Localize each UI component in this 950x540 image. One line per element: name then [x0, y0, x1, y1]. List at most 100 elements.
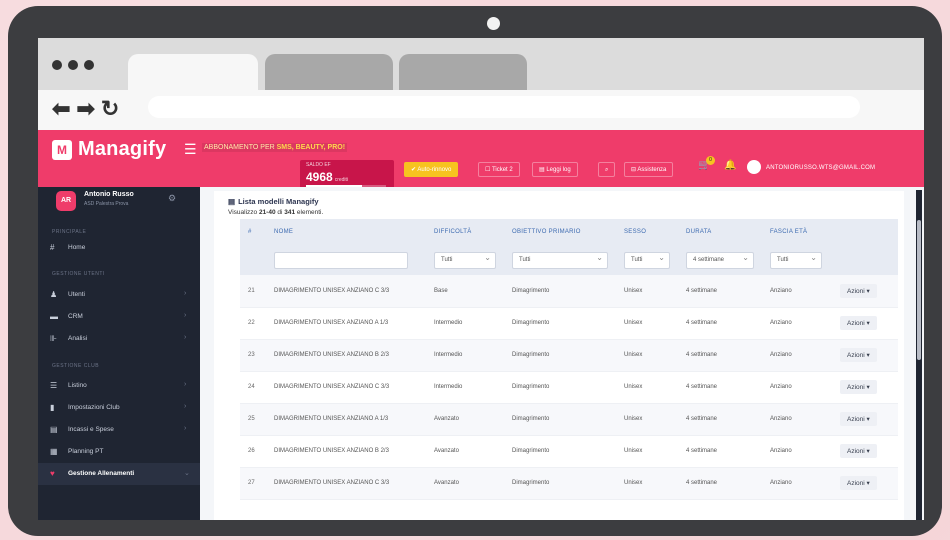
cell-fascia: Anziano — [762, 403, 832, 436]
user-avatar[interactable] — [747, 160, 761, 174]
cell-fascia: Anziano — [762, 371, 832, 404]
filter-cell-difficolta: Tutti — [426, 245, 504, 275]
sidebar-item-analisi[interactable]: ⊪ Analisi › — [38, 328, 200, 350]
sidebar-item-impostazioni-club[interactable]: ▮ Impostazioni Club › — [38, 397, 200, 419]
filter-cell-empty — [832, 245, 898, 275]
summary-suffix: elementi. — [295, 209, 324, 216]
filter-durata-select[interactable]: 4 settimane — [686, 250, 754, 269]
card-title-text: Lista modelli Managify — [238, 197, 319, 206]
actions-dropdown-button[interactable]: Azioni ▾ — [840, 444, 877, 458]
cell-fascia: Anziano — [762, 307, 832, 340]
cart-badge: 0 — [706, 156, 715, 165]
table-row[interactable]: 25 DIMAGRIMENTO UNISEX ANZIANO A 1/3 Avanz… — [240, 403, 898, 436]
actions-dropdown-button[interactable]: Azioni ▾ — [840, 348, 877, 362]
screen: ⬅ ➡ ↻ M Managify ☰ ABBONAMENTO PER SMS, … — [38, 38, 924, 520]
address-bar[interactable] — [148, 96, 860, 118]
browser-tab[interactable] — [265, 54, 393, 90]
sidebar-profile[interactable]: AR Antonio Russo ASD Palestra Prova ⚙ — [52, 187, 186, 221]
cell-durata: 4 settimane — [678, 339, 762, 372]
sidebar-item-planning-pt[interactable]: ▦ Planning PT — [38, 441, 200, 463]
promo-highlight: SMS, BEAUTY, PRO! — [276, 144, 346, 151]
browser-toolbar: ⬅ ➡ ↻ — [38, 90, 924, 130]
cell-sesso: Unisex — [616, 339, 678, 372]
window-controls[interactable] — [52, 60, 94, 70]
cell-difficolta: Intermedio — [426, 307, 504, 340]
sidebar-item-gestione-allenamenti[interactable]: ♥ Gestione Allenamenti ⌄ — [38, 463, 200, 485]
sidebar-item-label: Impostazioni Club — [68, 404, 120, 411]
column-header-difficolta[interactable]: DIFFICOLTÀ — [426, 219, 504, 245]
sidebar-item-label: Planning PT — [68, 448, 104, 455]
sidebar-item-utenti[interactable]: ♟ Utenti › — [38, 284, 200, 306]
credit-balance-widget[interactable]: SALDO EF 4968 crediti — [300, 160, 394, 190]
profile-subtitle: ASD Palestra Prova — [84, 201, 129, 207]
heart-icon: ♥ — [50, 469, 55, 478]
column-header-nome[interactable]: NOME — [266, 219, 426, 245]
filter-nome-input[interactable] — [274, 251, 408, 269]
actions-dropdown-button[interactable]: Azioni ▾ — [840, 380, 877, 394]
actions-dropdown-button[interactable]: Azioni ▾ — [840, 412, 877, 426]
table-row[interactable]: 26 DIMAGRIMENTO UNISEX ANZIANO B 2/3 Avanz… — [240, 435, 898, 468]
scrollbar-thumb[interactable] — [917, 220, 921, 360]
settings-gear-icon[interactable]: ⚙ — [168, 193, 176, 204]
table-row[interactable]: 24 DIMAGRIMENTO UNISEX ANZIANO C 3/3 Inter… — [240, 371, 898, 404]
main-content: ▤ Lista modelli Managify Visualizzo 21-40… — [200, 187, 910, 520]
filter-difficolta-select[interactable]: Tutti — [434, 250, 496, 269]
chevron-right-icon: › — [184, 425, 187, 432]
forward-arrow-icon[interactable]: ➡ — [76, 96, 94, 122]
minimize-dot-icon[interactable] — [68, 60, 78, 70]
chevron-right-icon: › — [184, 403, 187, 410]
maximize-dot-icon[interactable] — [84, 60, 94, 70]
sidebar-item-label: Analisi — [68, 335, 88, 342]
search-button[interactable]: ⌕ — [598, 162, 616, 177]
filter-fascia-select[interactable]: Tutti — [770, 250, 822, 269]
column-header-durata[interactable]: DURATA — [678, 219, 762, 245]
cell-actions: Azioni ▾ — [832, 403, 898, 436]
page-scrollbar[interactable] — [916, 190, 922, 520]
user-email[interactable]: ANTONIORUSSO.WTS@GMAIL.COM — [766, 165, 875, 171]
camera-dot — [487, 17, 500, 30]
list-icon: ▤ — [228, 197, 236, 206]
filter-cell-fascia: Tutti — [762, 245, 832, 275]
browser-tab-active[interactable] — [128, 54, 258, 90]
column-header-sesso[interactable]: SESSO — [616, 219, 678, 245]
cell-fascia: Anziano — [762, 275, 832, 308]
column-header-number[interactable]: # — [240, 219, 266, 245]
app-logo[interactable]: M Managify — [52, 138, 166, 161]
actions-dropdown-button[interactable]: Azioni ▾ — [840, 316, 877, 330]
cell-number: 25 — [240, 403, 266, 436]
chevron-right-icon: › — [184, 334, 187, 341]
bell-icon[interactable]: 🔔 — [724, 160, 736, 171]
auto-renew-button[interactable]: ✔ Auto-rinnovo — [404, 162, 459, 177]
cell-nome: DIMAGRIMENTO UNISEX ANZIANO A 1/3 — [266, 307, 426, 340]
close-dot-icon[interactable] — [52, 60, 62, 70]
sidebar-heading: GESTIONE CLUB — [52, 363, 100, 369]
back-arrow-icon[interactable]: ⬅ — [52, 96, 70, 122]
table-row[interactable]: 21 DIMAGRIMENTO UNISEX ANZIANO C 3/3 Base D… — [240, 275, 898, 308]
filter-sesso-select[interactable]: Tutti — [624, 250, 670, 269]
browser-tab[interactable] — [399, 54, 527, 90]
sidebar-item-incassi-spese[interactable]: ▤ Incassi e Spese › — [38, 419, 200, 441]
credit-value: 4968 — [306, 170, 333, 184]
sidebar-item-crm[interactable]: ▬ CRM › — [38, 306, 200, 328]
sidebar: AR Antonio Russo ASD Palestra Prova ⚙ PR… — [38, 187, 200, 520]
ticket-button[interactable]: ☐ Ticket 2 — [478, 162, 520, 177]
hamburger-menu-icon[interactable]: ☰ — [184, 141, 197, 158]
filter-cell-obiettivo: Tutti — [504, 245, 616, 275]
column-header-fascia[interactable]: FASCIA ETÀ — [762, 219, 832, 245]
column-header-obiettivo[interactable]: OBIETTIVO PRIMARIO — [504, 219, 616, 245]
table-row[interactable]: 27 DIMAGRIMENTO UNISEX ANZIANO C 3/3 Avanz… — [240, 467, 898, 500]
filter-cell-sesso: Tutti — [616, 245, 678, 275]
assistance-button[interactable]: ⊟ Assistenza — [624, 162, 674, 177]
table-row[interactable]: 23 DIMAGRIMENTO UNISEX ANZIANO B 2/3 Inter… — [240, 339, 898, 372]
read-log-button[interactable]: ▤ Leggi log — [532, 162, 578, 177]
sidebar-item-listino[interactable]: ☰ Listino › — [38, 375, 200, 397]
reload-icon[interactable]: ↻ — [101, 96, 119, 122]
cell-actions: Azioni ▾ — [832, 467, 898, 500]
summary-total: 341 — [284, 209, 296, 216]
table-row[interactable]: 22 DIMAGRIMENTO UNISEX ANZIANO A 1/3 Inter… — [240, 307, 898, 340]
filter-obiettivo-select[interactable]: Tutti — [512, 250, 608, 269]
actions-dropdown-button[interactable]: Azioni ▾ — [840, 283, 877, 298]
actions-dropdown-button[interactable]: Azioni ▾ — [840, 476, 877, 490]
cell-sesso: Unisex — [616, 371, 678, 404]
sidebar-item-home[interactable]: # Home — [38, 237, 200, 259]
